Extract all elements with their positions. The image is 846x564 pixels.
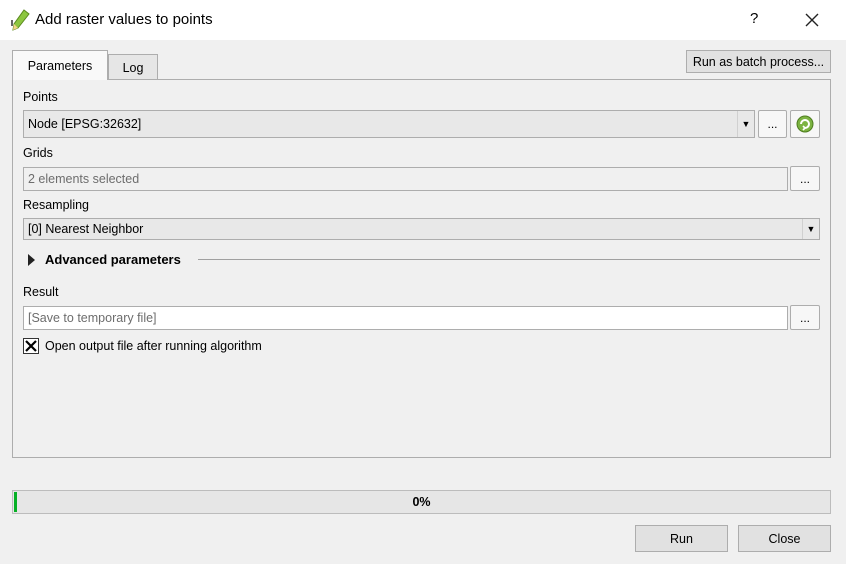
- grids-label: Grids: [23, 146, 53, 160]
- run-as-batch-button[interactable]: Run as batch process...: [686, 50, 831, 73]
- help-button[interactable]: ?: [750, 10, 758, 27]
- title-bar: Add raster values to points ?: [0, 0, 846, 40]
- resampling-value: [0] Nearest Neighbor: [28, 222, 144, 236]
- resampling-combo[interactable]: [0] Nearest Neighbor ▼: [23, 218, 820, 240]
- close-icon[interactable]: [800, 8, 824, 32]
- progress-bar: 0%: [12, 490, 831, 514]
- advanced-parameters-toggle[interactable]: Advanced parameters: [28, 250, 820, 270]
- expand-arrow-icon: [28, 254, 35, 266]
- checkmark-icon: [25, 340, 37, 352]
- grids-browse-button[interactable]: ...: [790, 166, 820, 191]
- qgis-pencil-icon: [11, 9, 30, 31]
- grids-value: 2 elements selected: [28, 172, 140, 186]
- iterate-features-button[interactable]: [790, 110, 820, 138]
- points-combo[interactable]: Node [EPSG:32632] ▼: [23, 110, 755, 138]
- progress-fill: [14, 492, 17, 512]
- grids-field: 2 elements selected: [23, 167, 788, 191]
- divider: [198, 259, 820, 260]
- result-browse-button[interactable]: ...: [790, 305, 820, 330]
- points-label: Points: [23, 90, 58, 104]
- open-output-label: Open output file after running algorithm: [45, 339, 262, 353]
- tab-log[interactable]: Log: [108, 54, 158, 80]
- result-input[interactable]: [Save to temporary file]: [23, 306, 788, 330]
- result-placeholder: [Save to temporary file]: [28, 311, 157, 325]
- chevron-down-icon: ▼: [802, 219, 819, 239]
- open-output-checkbox[interactable]: [23, 338, 39, 354]
- window-title: Add raster values to points: [35, 11, 213, 28]
- tab-parameters[interactable]: Parameters: [12, 50, 108, 80]
- iterate-icon: [796, 115, 814, 133]
- result-label: Result: [23, 285, 59, 299]
- points-value: Node [EPSG:32632]: [28, 117, 142, 131]
- advanced-parameters-label: Advanced parameters: [45, 252, 181, 267]
- progress-text: 0%: [412, 495, 431, 509]
- points-browse-button[interactable]: ...: [758, 110, 787, 138]
- run-button[interactable]: Run: [635, 525, 728, 552]
- close-button[interactable]: Close: [738, 525, 831, 552]
- resampling-label: Resampling: [23, 198, 90, 212]
- chevron-down-icon: ▼: [737, 111, 754, 137]
